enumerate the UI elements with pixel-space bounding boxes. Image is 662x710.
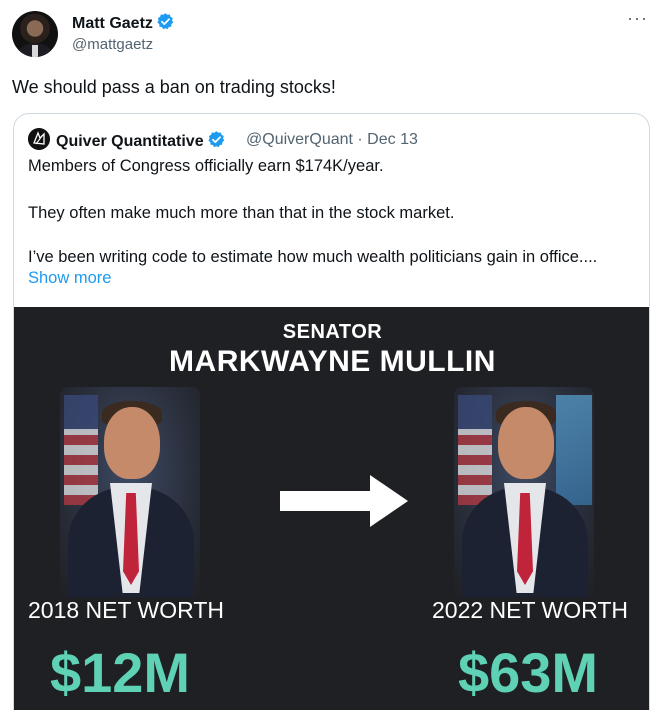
show-more-link[interactable]: Show more	[28, 267, 111, 289]
net-worth-2018-value: $12M	[50, 641, 191, 704]
author-name[interactable]: Matt Gaetz	[72, 12, 175, 37]
quote-handle-date[interactable]: @QuiverQuant · Dec 13	[246, 130, 418, 150]
media-senator-name: MARKWAYNE MULLIN	[169, 345, 496, 378]
oklahoma-flag-icon	[556, 395, 592, 505]
quote-text-line: Members of Congress officially earn $174…	[28, 157, 384, 175]
us-flag-icon	[64, 395, 98, 505]
quote-author-name-text[interactable]: Quiver Quantitative	[56, 133, 204, 150]
net-worth-2022-label: 2022 NET WORTH	[432, 597, 628, 623]
author-name-text[interactable]: Matt Gaetz	[72, 15, 153, 32]
media-subtitle: SENATOR	[282, 321, 383, 343]
author-handle[interactable]: @mattgaetz	[72, 36, 153, 54]
net-worth-2022-value: $63M	[458, 641, 599, 704]
portrait-2018	[60, 387, 200, 597]
quote-author-name[interactable]: Quiver Quantitative	[56, 130, 226, 155]
arrow-right-icon	[280, 475, 408, 527]
portrait-2022	[454, 387, 594, 597]
quiver-logo-icon	[28, 128, 50, 150]
tweet-text: We should pass a ban on trading stocks!	[12, 77, 336, 97]
us-flag-icon	[458, 395, 492, 505]
quote-text-line: I’ve been writing code to estimate how m…	[28, 248, 598, 266]
quote-tweet-card[interactable]: Quiver Quantitative @QuiverQuant · Dec 1…	[13, 113, 650, 710]
net-worth-2018-label: 2018 NET WORTH	[28, 597, 224, 623]
verified-badge-icon	[156, 12, 175, 37]
verified-badge-icon	[207, 130, 226, 155]
quote-media-image[interactable]: SENATOR MARKWAYNE MULLIN 2018 NET WORTH …	[14, 307, 649, 710]
quote-author-avatar[interactable]	[28, 128, 50, 150]
author-avatar[interactable]	[12, 11, 58, 57]
more-options-icon[interactable]: ···	[627, 8, 648, 28]
quote-text-line: They often make much more than that in t…	[28, 204, 455, 222]
